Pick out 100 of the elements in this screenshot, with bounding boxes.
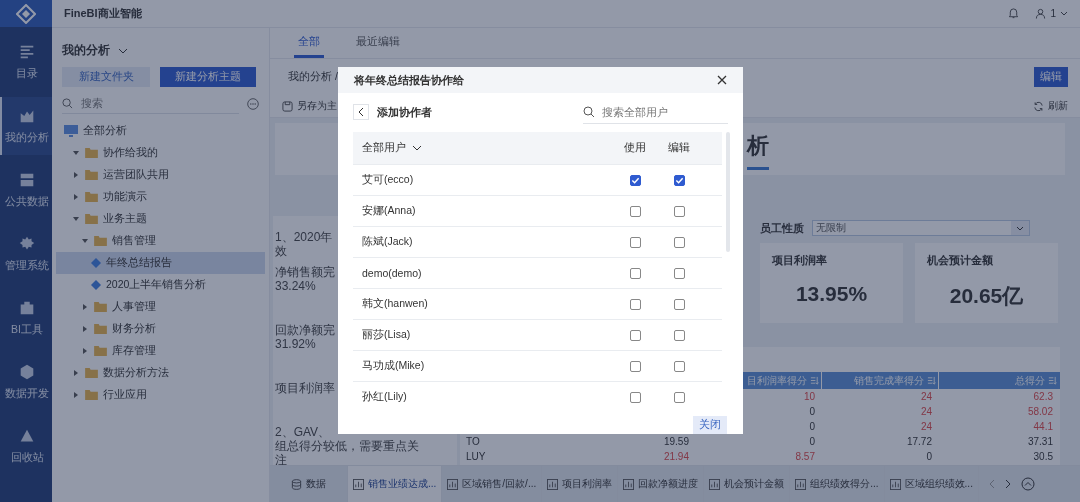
tree-item[interactable]: 功能演示 (56, 186, 265, 208)
save-as-theme-button[interactable]: 另存为主 (282, 99, 337, 113)
sheet-tab[interactable]: 销售业绩达成... (348, 466, 443, 502)
tree-item[interactable]: 运营团队共用 (56, 164, 265, 186)
checkbox[interactable] (629, 267, 641, 279)
nav-item[interactable]: 目录 (0, 33, 52, 91)
previous-icon[interactable] (988, 479, 995, 489)
filter-select[interactable]: 无限制 (812, 220, 1030, 236)
table-cell: 24 (920, 391, 932, 402)
save-icon (282, 100, 293, 112)
caret-icon[interactable] (73, 194, 79, 200)
table-cell: 37.31 (1027, 436, 1053, 447)
sheet-tab[interactable]: 项目利润率 (542, 466, 619, 502)
column-header[interactable]: 目利润率得分 (747, 373, 807, 388)
column-header[interactable]: 总得分 (1015, 373, 1045, 388)
folder-icon (94, 324, 107, 334)
sort-icon[interactable] (1048, 376, 1057, 385)
tree-item[interactable]: 人事管理 (56, 296, 265, 318)
back-button[interactable] (353, 104, 369, 121)
checkbox[interactable] (629, 329, 641, 341)
tree-item[interactable]: 库存管理 (56, 340, 265, 362)
nav-item[interactable]: 公共数据 (0, 161, 52, 219)
caret-icon[interactable] (82, 238, 88, 244)
text-line: 净销售额完 (275, 265, 335, 279)
tree-item[interactable]: 年终总结报告 (56, 252, 265, 274)
user-name: 艾可(ecco) (362, 173, 415, 187)
cube-icon (18, 363, 36, 381)
caret-icon[interactable] (82, 326, 88, 332)
toolbox-icon (18, 299, 36, 317)
checkbox[interactable] (629, 236, 641, 248)
table-cell: LUY (466, 451, 486, 462)
folder-icon (85, 170, 98, 180)
checkbox[interactable] (673, 298, 685, 310)
nav-item[interactable]: 数据开发 (0, 353, 52, 411)
user-search-field[interactable]: 搜索全部用户 (600, 104, 728, 119)
nav-item[interactable]: BI工具 (0, 289, 52, 347)
new-folder-button[interactable]: 新建文件夹 (62, 67, 150, 87)
more-icon[interactable] (247, 97, 259, 110)
tree-item[interactable]: 协作给我的 (56, 142, 265, 164)
nav-item[interactable]: 我的分析 (0, 97, 52, 155)
caret-icon[interactable] (73, 150, 79, 156)
search-field[interactable]: 搜索 (79, 96, 239, 110)
text-line: 组总得分较低，需要重点关注 (275, 439, 420, 465)
checkbox[interactable] (629, 205, 641, 217)
column-header[interactable]: 销售完成率得分 (854, 373, 924, 388)
sheet-tab[interactable]: 组织绩效得分... (790, 466, 885, 502)
table-cell: 24 (920, 406, 932, 417)
edit-button[interactable]: 编辑 (1034, 67, 1068, 87)
collapse-icon[interactable] (1020, 477, 1035, 491)
checkbox[interactable] (629, 360, 641, 372)
tree-item[interactable]: 数据分析方法 (56, 362, 265, 384)
checkbox[interactable] (673, 329, 685, 341)
checkbox[interactable] (673, 360, 685, 372)
tree-item[interactable]: 2020上半年销售分析 (56, 274, 265, 296)
diamond-icon (91, 258, 101, 268)
next-icon[interactable] (1004, 479, 1011, 489)
sheet-tab[interactable]: 区域销售/回款/... (442, 466, 543, 502)
sort-icon[interactable] (927, 376, 936, 385)
caret-icon[interactable] (73, 370, 79, 376)
nav-item[interactable]: 回收站 (0, 417, 52, 475)
tab[interactable]: 最近编辑 (352, 28, 404, 58)
tree-item[interactable]: 财务分析 (56, 318, 265, 340)
caret-icon[interactable] (73, 392, 79, 398)
checkbox[interactable] (673, 267, 685, 279)
caret-icon[interactable] (73, 172, 79, 178)
nav-item[interactable]: 管理系统 (0, 225, 52, 283)
table-cell: 17.72 (906, 436, 932, 447)
sidebar-title[interactable]: 我的分析 (62, 42, 128, 59)
checkbox[interactable] (673, 174, 685, 186)
refresh-button[interactable]: 刷新 (1033, 99, 1068, 113)
sheet-tab[interactable]: 机会预计金额 (704, 466, 791, 502)
tree-item[interactable]: 行业应用 (56, 384, 265, 406)
close-button[interactable]: 关闭 (693, 416, 727, 434)
tree-item[interactable]: 全部分析 (56, 120, 265, 142)
checkbox[interactable] (629, 174, 641, 186)
tree-item[interactable]: 业务主题 (56, 208, 265, 230)
search-icon (62, 97, 73, 109)
caret-icon[interactable] (82, 304, 88, 310)
bell-icon[interactable] (1008, 8, 1020, 19)
user-menu[interactable]: 1 (1035, 8, 1068, 19)
checkbox[interactable] (629, 391, 641, 403)
checkbox[interactable] (673, 236, 685, 248)
tab[interactable]: 全部 (294, 28, 324, 58)
user-name: 丽莎(Lisa) (362, 328, 412, 342)
app-title: FineBI商业智能 (64, 6, 142, 21)
sort-icon[interactable] (810, 376, 819, 385)
sheet-tab[interactable]: 回款净额进度 (618, 466, 705, 502)
folder-icon (85, 148, 98, 158)
checkbox[interactable] (673, 391, 685, 403)
breadcrumb[interactable]: 我的分析 / (288, 70, 338, 84)
close-icon[interactable] (717, 75, 727, 86)
sheet-tab[interactable]: 区域组织绩效... (884, 466, 979, 502)
tree-item[interactable]: 销售管理 (56, 230, 265, 252)
new-theme-button[interactable]: 新建分析主题 (160, 67, 256, 87)
caret-icon[interactable] (73, 216, 79, 222)
checkbox[interactable] (629, 298, 641, 310)
user-filter-dropdown[interactable]: 全部用户 (362, 141, 613, 155)
checkbox[interactable] (673, 205, 685, 217)
folder-icon (94, 346, 107, 356)
caret-icon[interactable] (82, 348, 88, 354)
